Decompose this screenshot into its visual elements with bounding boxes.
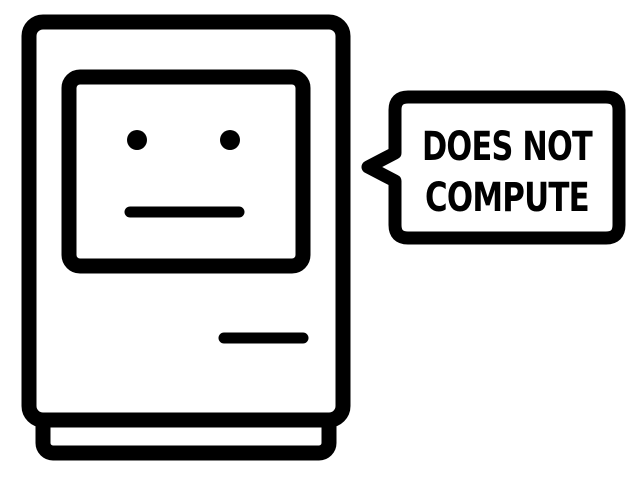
right-eye xyxy=(220,130,240,150)
bubble-text-line2: COMPUTE xyxy=(425,175,589,221)
speech-bubble-icon: DOES NOT COMPUTE xyxy=(361,90,626,245)
left-eye xyxy=(127,130,147,150)
classic-computer-icon xyxy=(21,14,351,461)
bubble-text-line1: DOES NOT xyxy=(422,124,593,170)
does-not-compute-illustration: DOES NOT COMPUTE xyxy=(21,14,626,461)
